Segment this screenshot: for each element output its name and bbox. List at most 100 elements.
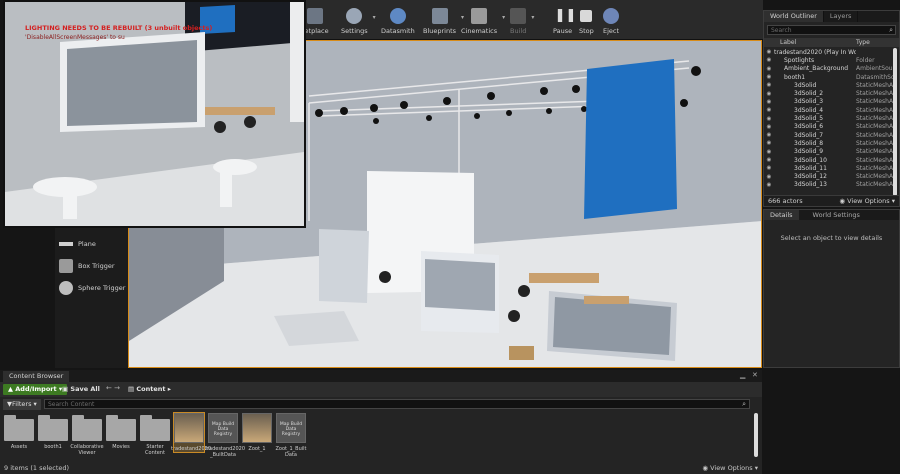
chevron-down-icon[interactable]: ▾ bbox=[502, 14, 505, 21]
chevron-down-icon[interactable]: ▾ bbox=[373, 14, 376, 21]
tree-row[interactable]: ◉ 3dSolid_13 StaticMeshA bbox=[764, 181, 893, 189]
asset-tile[interactable]: Movies bbox=[106, 413, 136, 450]
chevron-down-icon[interactable]: ▾ bbox=[531, 14, 534, 21]
minimize-icon[interactable]: ▁ bbox=[740, 371, 745, 379]
close-icon[interactable]: ✕ bbox=[752, 371, 758, 379]
eye-icon[interactable]: ◉ bbox=[764, 57, 774, 63]
place-item-sphere-trigger[interactable]: Sphere Trigger bbox=[55, 278, 128, 298]
tree-row[interactable]: ◉ 3dSolid_10 StaticMeshA bbox=[764, 156, 893, 164]
eye-icon[interactable]: ◉ bbox=[764, 99, 774, 105]
eye-icon[interactable]: ◉ bbox=[764, 182, 774, 188]
blueprint-icon bbox=[431, 8, 448, 24]
map-build-data-thumbnail: Map Build Data Registry bbox=[208, 413, 238, 443]
eye-icon[interactable]: ◉ bbox=[764, 116, 774, 122]
column-type[interactable]: Type bbox=[856, 38, 899, 47]
asset-tile[interactable]: Map Build Data Registry tradestand2020 _… bbox=[205, 413, 245, 458]
content-search-input[interactable]: Search Content ⌕ bbox=[44, 399, 750, 409]
outliner-column-header: Label Type bbox=[764, 38, 899, 47]
tree-row[interactable]: ◉ Ambient_Background AmbientSou bbox=[764, 65, 893, 73]
tree-row[interactable]: ◉ Spotlights Folder bbox=[764, 56, 893, 64]
tree-row[interactable]: ◉ 3dSolid_12 StaticMeshA bbox=[764, 172, 893, 180]
tree-row[interactable]: ◉ 3dSolid_9 StaticMeshA bbox=[764, 148, 893, 156]
tab-content-browser[interactable]: Content Browser bbox=[3, 371, 70, 382]
stop-button[interactable]: Stop bbox=[579, 8, 594, 38]
eye-icon[interactable]: ◉ bbox=[764, 74, 774, 80]
item-count: 9 items (1 selected) bbox=[4, 464, 70, 472]
add-import-button[interactable]: ▲ Add/Import ▾ bbox=[3, 384, 68, 395]
outliner-search-input[interactable]: Search ⌕ bbox=[767, 25, 896, 35]
eye-icon[interactable]: ◉ bbox=[764, 165, 774, 171]
tree-row[interactable]: ◉ 3dSolid_2 StaticMeshA bbox=[764, 89, 893, 97]
pause-icon: ❚❚ bbox=[554, 8, 577, 23]
back-arrow-icon[interactable]: ← bbox=[106, 384, 112, 392]
tree-row[interactable]: ◉ 3dSolid StaticMeshA bbox=[764, 81, 893, 89]
screen-message-hint: 'DisableAllScreenMessages' to su bbox=[25, 34, 125, 41]
place-item-plane[interactable]: Plane bbox=[55, 234, 128, 254]
eye-icon[interactable]: ◉ bbox=[764, 157, 774, 163]
details-empty-message: Select an object to view details bbox=[780, 234, 883, 242]
tree-row[interactable]: ◉ booth1 DatasmithSc bbox=[764, 73, 893, 81]
asset-tile[interactable]: booth1 bbox=[38, 413, 68, 450]
eye-icon[interactable]: ◉ bbox=[764, 107, 774, 113]
filters-button[interactable]: ▼Filters ▾ bbox=[3, 399, 41, 410]
view-options-button[interactable]: ◉ View Options ▾ bbox=[702, 462, 758, 474]
tab-world-outliner[interactable]: World Outliner bbox=[764, 11, 824, 22]
tab-details[interactable]: Details bbox=[764, 210, 799, 220]
tree-row[interactable]: ◉ 3dSolid_4 StaticMeshA bbox=[764, 106, 893, 114]
eye-icon[interactable]: ◉ bbox=[764, 149, 774, 155]
datasmith-icon bbox=[389, 8, 406, 24]
breadcrumb[interactable]: ▤ Content ▸ bbox=[128, 384, 171, 395]
build-button[interactable]: Build ▾ bbox=[510, 8, 534, 38]
tab-layers[interactable]: Layers bbox=[823, 11, 859, 22]
content-scrollbar[interactable] bbox=[754, 413, 758, 457]
empty-dock-area bbox=[763, 370, 900, 474]
world-outliner-panel: World Outliner Layers Search ⌕ Label Typ… bbox=[763, 10, 900, 207]
save-all-button[interactable]: ▣ Save All bbox=[62, 384, 100, 395]
outliner-scrollbar[interactable] bbox=[893, 48, 897, 196]
eject-button[interactable]: Eject bbox=[603, 8, 619, 38]
tree-row[interactable]: ◉ 3dSolid_6 StaticMeshA bbox=[764, 123, 893, 131]
eye-icon: ◉ bbox=[839, 197, 848, 205]
asset-tile[interactable]: Zoot_1 bbox=[242, 413, 272, 452]
asset-tile[interactable]: Assets bbox=[4, 413, 34, 450]
tab-world-settings[interactable]: World Settings bbox=[806, 210, 866, 220]
asset-tile[interactable]: Map Build Data Registry Zoot_1_Built Dat… bbox=[275, 413, 307, 458]
history-nav: ← → bbox=[106, 384, 120, 392]
eye-icon[interactable]: ◉ bbox=[764, 140, 774, 146]
build-icon bbox=[510, 8, 527, 24]
asset-tile[interactable]: Collaborative Viewer bbox=[70, 413, 104, 456]
lighting-warning: LIGHTING NEEDS TO BE REBUILT (3 unbuilt … bbox=[25, 24, 213, 32]
tree-row[interactable]: ◉ 3dSolid_7 StaticMeshA bbox=[764, 131, 893, 139]
asset-tile[interactable]: Starter Content bbox=[140, 413, 170, 456]
eye-icon[interactable]: ◉ bbox=[764, 91, 774, 97]
tree-row[interactable]: ◉ 3dSolid_5 StaticMeshA bbox=[764, 114, 893, 122]
view-options-button[interactable]: ◉ View Options ▾ bbox=[839, 196, 895, 206]
tree-row[interactable]: ◉tradestand2020 (Play In World bbox=[764, 48, 893, 56]
tree-row[interactable]: ◉ 3dSolid_3 StaticMeshA bbox=[764, 98, 893, 106]
eye-icon[interactable]: ◉ bbox=[764, 82, 774, 88]
eye-icon[interactable]: ◉ bbox=[764, 174, 774, 180]
column-label[interactable]: Label bbox=[776, 38, 856, 47]
plane-icon bbox=[59, 242, 73, 246]
clapperboard-icon bbox=[471, 8, 488, 24]
eye-icon[interactable]: ◉ bbox=[764, 132, 774, 138]
cinematics-button[interactable]: Cinematics ▾ bbox=[461, 8, 505, 38]
forward-arrow-icon[interactable]: → bbox=[114, 384, 120, 392]
tree-row[interactable]: ◉ 3dSolid_8 StaticMeshA bbox=[764, 139, 893, 147]
eye-icon[interactable]: ◉ bbox=[764, 66, 774, 72]
settings-button[interactable]: Settings ▾ bbox=[341, 8, 376, 38]
main-toolbar: ketplace Settings ▾ Datasmith Blueprints… bbox=[301, 0, 763, 40]
asset-tile[interactable]: tradestand2020 bbox=[171, 412, 211, 453]
eject-icon bbox=[603, 8, 620, 24]
content-browser-panel: ▲ Add/Import ▾ ▣ Save All ← → ▤ Content … bbox=[0, 382, 762, 474]
eye-icon[interactable]: ◉ bbox=[764, 124, 774, 130]
blueprints-button[interactable]: Blueprints ▾ bbox=[423, 8, 464, 38]
map-build-data-thumbnail: Map Build Data Registry bbox=[276, 413, 306, 443]
level-thumbnail bbox=[174, 413, 204, 443]
pause-button[interactable]: ❚❚ Pause bbox=[553, 8, 577, 38]
preview-window[interactable]: LIGHTING NEEDS TO BE REBUILT (3 unbuilt … bbox=[3, 0, 306, 228]
datasmith-button[interactable]: Datasmith bbox=[381, 8, 415, 38]
tree-row[interactable]: ◉ 3dSolid_11 StaticMeshA bbox=[764, 164, 893, 172]
eye-icon[interactable]: ◉ bbox=[764, 49, 774, 55]
place-item-box-trigger[interactable]: Box Trigger bbox=[55, 256, 128, 276]
